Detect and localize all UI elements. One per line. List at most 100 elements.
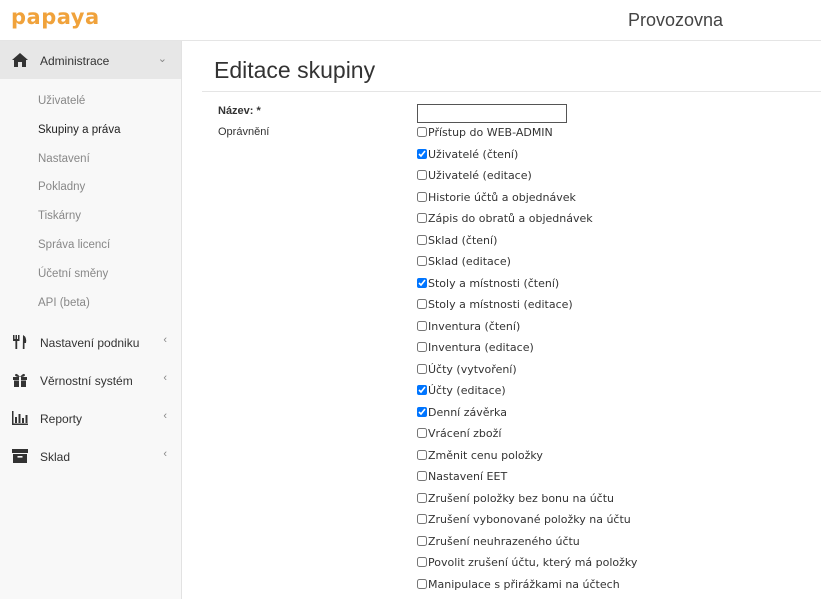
permission-checkbox[interactable] [417, 148, 427, 159]
permission-item[interactable]: Povolit zrušení účtu, který má položky [417, 556, 637, 578]
permission-checkbox[interactable] [417, 471, 427, 481]
nav-group-label: Věrnostní systém [40, 374, 133, 389]
permission-item[interactable]: Změnit cenu položky [417, 449, 637, 471]
permission-label: Sklad (čtení) [428, 233, 498, 247]
permission-item[interactable]: Účty (editace) [417, 384, 637, 406]
permission-checkbox[interactable] [417, 191, 427, 202]
chevron-left-icon: ‹ [163, 372, 167, 385]
main-content: Editace skupiny Název: * Oprávnění Příst… [182, 41, 821, 599]
permission-item[interactable]: Vrácení zboží [417, 427, 637, 449]
papaya-logo[interactable]: papaya [11, 5, 100, 29]
permission-label: Historie účtů a objednávek [428, 190, 576, 204]
sidebar-item[interactable]: Uživatelé [0, 87, 181, 116]
permission-label: Denní závěrka [428, 405, 507, 419]
permission-item[interactable]: Zápis do obratů a objednávek [417, 212, 637, 234]
permission-label: Inventura (čtení) [428, 319, 521, 333]
permission-label: Nastavení EET [428, 470, 508, 483]
permission-label: Zrušení vybonované položky na účtu [428, 513, 631, 526]
permission-label: Uživatelé (editace) [428, 169, 532, 182]
permission-item[interactable]: Zrušení neuhrazeného účtu [417, 535, 637, 557]
sidebar-item[interactable]: Správa licencí [0, 231, 181, 260]
top-bar: papaya Provozovna [0, 0, 821, 41]
permission-checkbox[interactable] [417, 406, 427, 417]
permission-label: Vrácení zboží [428, 427, 502, 440]
archive-icon [12, 449, 28, 464]
permissions-label: Oprávnění [218, 126, 270, 138]
permission-label: Inventura (editace) [428, 341, 534, 354]
sidebar-item[interactable]: API (beta) [0, 289, 181, 318]
permission-label: Změnit cenu položky [428, 448, 543, 462]
permission-item[interactable]: Stoly a místnosti (editace) [417, 298, 637, 320]
permission-item[interactable]: Uživatelé (editace) [417, 169, 637, 191]
permission-item[interactable]: Účty (vytvoření) [417, 363, 637, 385]
permission-item[interactable]: Denní závěrka [417, 406, 637, 428]
home-icon [12, 53, 28, 67]
nav-group-label: Reporty [40, 412, 83, 427]
permission-checkbox[interactable] [417, 127, 427, 137]
nav-group[interactable]: Reporty ‹ [0, 399, 181, 437]
chevron-left-icon: ‹ [163, 334, 167, 347]
permission-checkbox[interactable] [417, 449, 427, 460]
permission-item[interactable]: Manipulace s přirážkami na účtech [417, 578, 637, 599]
permission-checkbox[interactable] [417, 385, 427, 395]
sidebar-item[interactable]: Skupiny a práva [0, 116, 181, 145]
permission-label: Zrušení neuhrazeného účtu [428, 534, 580, 548]
chevron-down-icon: ⌄ [157, 53, 167, 65]
permission-item[interactable]: Zrušení vybonované položky na účtu [417, 513, 637, 535]
permission-checkbox[interactable] [417, 342, 427, 352]
permission-label: Uživatelé (čtení) [428, 147, 519, 161]
nav-group-administrace[interactable]: Administrace ⌄ [0, 41, 181, 79]
page-title: Editace skupiny [214, 57, 376, 83]
permission-checkbox[interactable] [417, 514, 427, 524]
nav-group-label: Sklad [40, 450, 71, 465]
administrace-submenu: Uživatelé Skupiny a práva Nastavení Pokladn… [0, 79, 181, 323]
permission-item[interactable]: Inventura (editace) [417, 341, 637, 363]
sidebar-item[interactable]: Tiskárny [0, 202, 181, 231]
restaurant-icon [12, 335, 28, 350]
sidebar-item[interactable]: Pokladny [0, 173, 181, 202]
nav-groups: Nastavení podniku ‹ Věrnostní systém ‹ Repor… [0, 323, 181, 475]
permission-checkbox[interactable] [417, 299, 427, 309]
nav-group[interactable]: Sklad ‹ [0, 437, 181, 475]
permission-checkbox[interactable] [417, 234, 427, 245]
permission-item[interactable]: Zrušení položky bez bonu na účtu [417, 492, 637, 514]
permission-item[interactable]: Sklad (editace) [417, 255, 637, 277]
establishment-title: Provozovna [627, 10, 723, 30]
sidebar: Administrace ⌄ Uživatelé Skupiny a práva N… [0, 41, 182, 599]
permission-item[interactable]: Historie účtů a objednávek [417, 191, 637, 213]
permission-checkbox[interactable] [417, 277, 427, 288]
name-input[interactable] [417, 104, 567, 123]
chevron-left-icon: ‹ [163, 448, 167, 461]
permission-label: Sklad (editace) [428, 255, 511, 268]
permission-checkbox[interactable] [417, 535, 427, 546]
permission-checkbox[interactable] [417, 213, 427, 223]
permission-item[interactable]: Přístup do WEB-ADMIN [417, 126, 637, 148]
permission-label: Povolit zrušení účtu, který má položky [428, 556, 638, 569]
chevron-left-icon: ‹ [163, 410, 167, 423]
permission-item[interactable]: Sklad (čtení) [417, 234, 637, 256]
permission-checkbox[interactable] [417, 578, 427, 589]
permission-checkbox[interactable] [417, 256, 427, 266]
permission-checkbox[interactable] [417, 428, 427, 438]
permission-label: Zrušení položky bez bonu na účtu [428, 491, 614, 505]
permission-label: Přístup do WEB-ADMIN [428, 126, 553, 139]
nav-group[interactable]: Nastavení podniku ‹ [0, 323, 181, 361]
sidebar-item[interactable]: Účetní směny [0, 260, 181, 289]
permission-item[interactable]: Inventura (čtení) [417, 320, 637, 342]
permission-item[interactable]: Nastavení EET [417, 470, 637, 492]
gift-icon [12, 373, 28, 388]
permission-item[interactable]: Uživatelé (čtení) [417, 148, 637, 170]
name-label: Název: * [218, 105, 261, 117]
permission-checkbox[interactable] [417, 170, 427, 180]
permission-checkbox[interactable] [417, 492, 427, 503]
permissions-list: Přístup do WEB-ADMIN Uživatelé (čtení) Uži… [417, 126, 637, 599]
permission-label: Zápis do obratů a objednávek [428, 212, 593, 225]
nav-group[interactable]: Věrnostní systém ‹ [0, 361, 181, 399]
permission-label: Stoly a místnosti (čtení) [428, 276, 560, 290]
permission-checkbox[interactable] [417, 557, 427, 567]
permission-checkbox[interactable] [417, 363, 427, 374]
sidebar-item[interactable]: Nastavení [0, 145, 181, 174]
permission-item[interactable]: Stoly a místnosti (čtení) [417, 277, 637, 299]
nav-group-label: Administrace [40, 54, 110, 68]
permission-checkbox[interactable] [417, 320, 427, 331]
